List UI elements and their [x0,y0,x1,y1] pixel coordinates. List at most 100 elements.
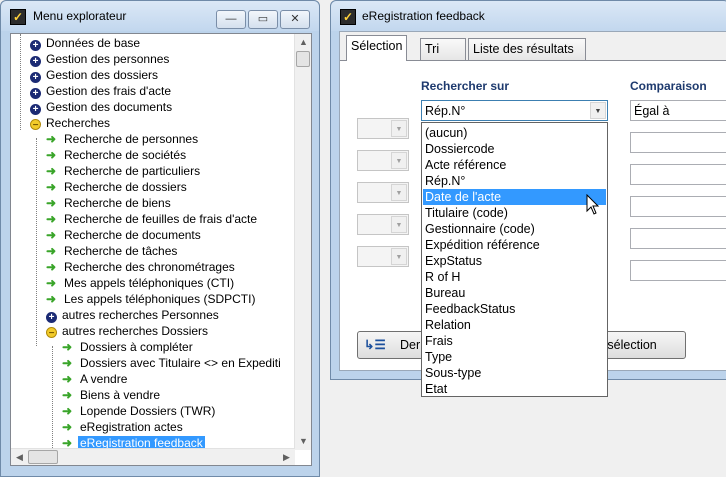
comparison-input-3[interactable] [630,196,726,217]
tree-item-label: Lopende Dossiers (TWR) [80,404,216,418]
row3-operator-combo[interactable]: ▼ [357,182,409,203]
tree-item[interactable]: − Recherches [30,115,112,131]
scroll-down-icon[interactable]: ▼ [295,433,312,450]
search-field-value: Rép.N° [425,104,466,118]
chevron-down-icon[interactable]: ▼ [590,102,606,119]
expand-plus-icon[interactable]: + [46,312,57,323]
dropdown-option[interactable]: Gestionnaire (code) [423,221,606,237]
arrow-right-icon: ➜ [46,196,57,210]
explorer-window: ✓ Menu explorateur — ▭ ✕ + Données de bas… [0,0,320,477]
row4-operator-combo[interactable]: ▼ [357,214,409,235]
tab-liste-resultats[interactable]: Liste des résultats [468,38,586,60]
hscroll-thumb[interactable] [28,450,58,464]
expand-plus-icon[interactable]: + [30,56,41,67]
comparison-value: Égal à [634,104,670,118]
scroll-thumb[interactable] [296,51,310,67]
tree-item[interactable]: ➜ Recherche de tâches [46,243,179,259]
tree-item-label: Recherche de documents [64,228,201,242]
comparison-input-5[interactable] [630,260,726,281]
scroll-up-icon[interactable]: ▲ [295,34,312,51]
arrow-right-icon: ➜ [46,228,57,242]
tab-selection[interactable]: Sélection [346,35,408,61]
dropdown-option[interactable]: R of H [423,269,606,285]
search-field-combo[interactable]: Rép.N° ▼ [421,100,608,121]
dropdown-option[interactable]: Bureau [423,285,606,301]
maximize-button[interactable]: ▭ [248,10,278,29]
tree-item[interactable]: + Gestion des frais d'acte [30,83,173,99]
collapse-minus-icon[interactable]: − [46,327,57,339]
tree-item[interactable]: ➜ Recherche de feuilles de frais d'acte [46,211,259,227]
tree-item[interactable]: ➜ Recherche de personnes [46,131,200,147]
tree-item[interactable]: ➜ Recherche de documents [46,227,203,243]
tree-connector-line [20,34,21,130]
comparison-input-2[interactable] [630,164,726,185]
chevron-down-icon: ▼ [391,216,407,233]
tree-item[interactable]: ➜ Recherche de sociétés [46,147,188,163]
dropdown-option[interactable]: Etat [423,381,606,397]
tree-item-label: Recherche de biens [64,196,171,210]
search-button[interactable]: ↳☰ Der [357,331,427,359]
tree-item[interactable]: + Données de base [30,35,142,51]
dropdown-option[interactable]: Acte référence [423,157,606,173]
tree-item[interactable]: ➜ Recherche de dossiers [46,179,189,195]
row2-operator-combo[interactable]: ▼ [357,150,409,171]
tab-tri[interactable]: Tri [420,38,466,60]
expand-plus-icon[interactable]: + [30,104,41,115]
app-icon: ✓ [10,9,26,25]
row1-operator-combo[interactable]: ▼ [357,118,409,139]
tree-item[interactable]: ➜ eRegistration actes [62,419,185,435]
tree-item[interactable]: − autres recherches Dossiers [46,323,210,339]
scroll-right-icon[interactable]: ▶ [278,449,295,466]
tree-item[interactable]: ➜ A vendre [62,371,129,387]
tree-item[interactable]: ➜ Lopende Dossiers (TWR) [62,403,217,419]
row5-operator-combo[interactable]: ▼ [357,246,409,267]
dropdown-option[interactable]: Expédition référence [423,237,606,253]
explorer-titlebar[interactable]: ✓ Menu explorateur — ▭ ✕ [1,1,319,31]
dropdown-option[interactable]: (aucun) [423,125,606,141]
dropdown-option[interactable]: ExpStatus [423,253,606,269]
tree-item[interactable]: ➜ Dossiers à compléter [62,339,195,355]
dropdown-option[interactable]: Sous-type [423,365,606,381]
explorer-client: + Données de base + Gestion des personnes + G… [10,33,312,466]
chevron-down-icon: ▼ [391,152,407,169]
tree-item-label: Dossiers à compléter [80,340,193,354]
tree-item[interactable]: ➜ Recherche des chronométrages [46,259,237,275]
comparison-input-1[interactable] [630,132,726,153]
search-field-dropdown[interactable]: (aucun) Dossiercode Acte référence Rép.N° Da… [421,122,608,397]
tree-item[interactable]: + Gestion des personnes [30,51,171,67]
tree-item[interactable]: ➜ Les appels téléphoniques (SDPCTI) [46,291,257,307]
tree-item[interactable]: ➜ Biens à vendre [62,387,162,403]
dropdown-option[interactable]: Rép.N° [423,173,606,189]
scroll-left-icon[interactable]: ◀ [11,449,28,466]
dropdown-option[interactable]: Titulaire (code) [423,205,606,221]
expand-plus-icon[interactable]: + [30,88,41,99]
menu-tree[interactable]: + Données de base + Gestion des personnes + G… [11,34,295,450]
expand-plus-icon[interactable]: + [30,72,41,83]
tree-item-label: autres recherches Dossiers [62,324,209,338]
dropdown-option[interactable]: Dossiercode [423,141,606,157]
tree-item[interactable]: ➜ Mes appels téléphoniques (CTI) [46,275,236,291]
comparison-combo[interactable]: Égal à [630,100,726,121]
horizontal-scrollbar[interactable]: ◀ ▶ [11,448,295,465]
dropdown-option[interactable]: Date de l'acte [423,189,606,205]
dropdown-option[interactable]: FeedbackStatus [423,301,606,317]
tree-item[interactable]: ➜ Recherche de biens [46,195,173,211]
collapse-minus-icon[interactable]: − [30,119,41,131]
feedback-titlebar[interactable]: ✓ eRegistration feedback [331,1,726,31]
tree-item[interactable]: + Gestion des dossiers [30,67,160,83]
explorer-title: Menu explorateur [33,9,127,23]
comparison-input-4[interactable] [630,228,726,249]
tree-item[interactable]: + autres recherches Personnes [46,307,221,323]
minimize-button[interactable]: — [216,10,246,29]
arrow-right-icon: ➜ [46,244,57,258]
vertical-scrollbar[interactable]: ▲ ▼ [294,34,311,450]
dropdown-option[interactable]: Frais [423,333,606,349]
rechercher-sur-header: Rechercher sur [421,79,510,93]
dropdown-option[interactable]: Type [423,349,606,365]
dropdown-option[interactable]: Relation [423,317,606,333]
expand-plus-icon[interactable]: + [30,40,41,51]
tree-item[interactable]: ➜ Recherche de particuliers [46,163,202,179]
tree-item[interactable]: ➜ Dossiers avec Titulaire <> en Expediti [62,355,283,371]
tree-item[interactable]: + Gestion des documents [30,99,174,115]
close-button[interactable]: ✕ [280,10,310,29]
